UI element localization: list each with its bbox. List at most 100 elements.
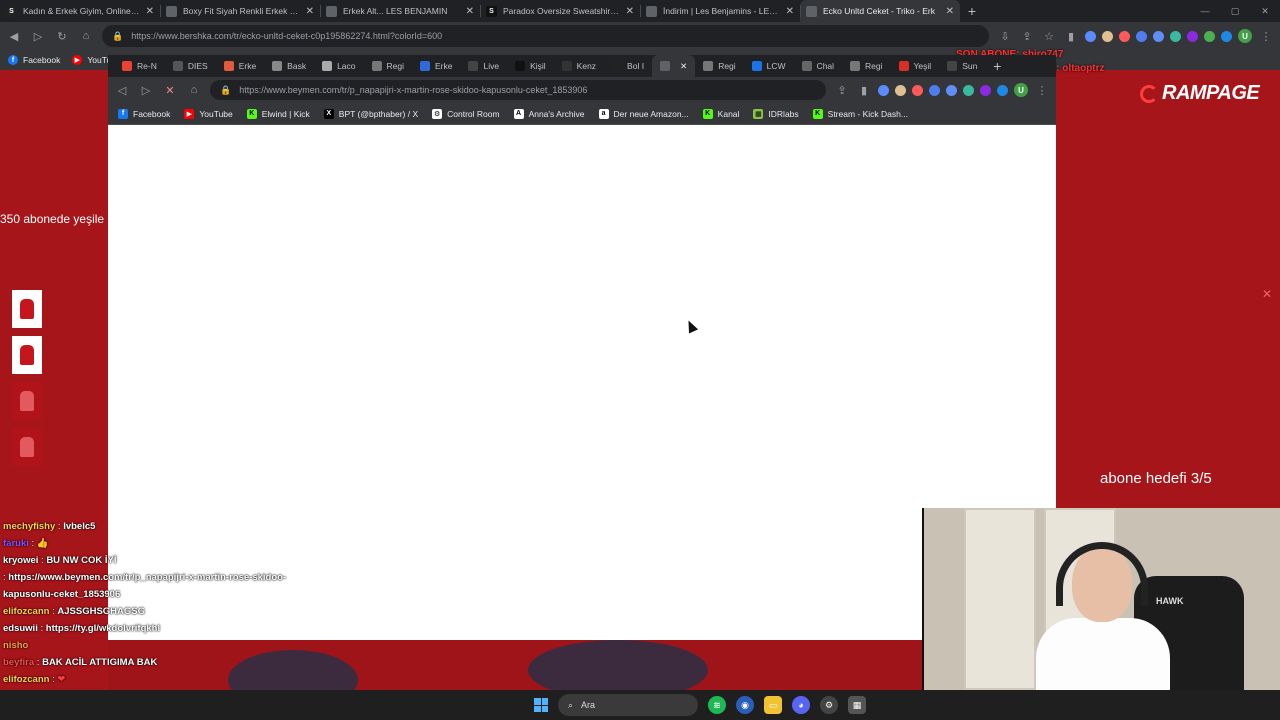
outer-tab[interactable]: S Paradox Oversize Sweatshirt Erk ✕ <box>480 0 640 22</box>
chat-username[interactable]: faruki <box>3 538 29 549</box>
extension-icon[interactable] <box>946 84 957 96</box>
stop-icon[interactable]: ✕ <box>162 82 178 98</box>
extension-icon[interactable] <box>912 84 923 96</box>
spotify-icon[interactable]: ≋ <box>708 696 726 714</box>
extension-icon[interactable] <box>980 84 991 96</box>
inner-tab[interactable]: Laco <box>314 55 363 77</box>
tab-close-icon[interactable]: ✕ <box>946 6 954 17</box>
chat-username[interactable]: elifozcann <box>3 674 49 685</box>
new-tab-button[interactable]: + <box>960 0 984 22</box>
inner-tab[interactable]: Regi <box>364 55 412 77</box>
extension-icon[interactable] <box>963 84 974 96</box>
inner-tab[interactable]: Bol I <box>604 55 652 77</box>
bookmark-star-icon[interactable]: ☆ <box>1041 28 1057 44</box>
inner-tab[interactable]: ✕ <box>652 55 696 77</box>
outer-address-bar[interactable]: 🔒 https://www.bershka.com/tr/ecko-unltd-… <box>102 25 989 47</box>
chat-username[interactable]: edsuwii <box>3 623 38 634</box>
discord-icon[interactable]: ◕ <box>792 696 810 714</box>
bookmark-item[interactable]: ▶ YouTube <box>184 108 233 119</box>
outer-tab[interactable]: Erkek Alt... LES BENJAMIN ✕ <box>320 0 480 22</box>
extension-icon[interactable] <box>895 84 906 96</box>
back-icon[interactable]: ◀ <box>6 28 22 44</box>
forward-icon[interactable]: ▷ <box>138 82 154 98</box>
inner-tab[interactable]: LCW <box>744 55 794 77</box>
maximize-icon[interactable]: ▢ <box>1220 0 1250 22</box>
home-icon[interactable]: ⌂ <box>186 82 202 98</box>
extension-icon[interactable] <box>1187 30 1198 42</box>
inner-tab[interactable]: Yeşil <box>891 55 940 77</box>
bookmark-item[interactable]: ⚙ Control Room <box>432 108 500 119</box>
reload-icon[interactable]: ↻ <box>54 28 70 44</box>
extension-icon[interactable] <box>929 84 940 96</box>
outer-tab[interactable]: S Kadın & Erkek Giyim, Online Mo ✕ <box>0 0 160 22</box>
extension-icon[interactable] <box>1153 30 1164 42</box>
profile-avatar[interactable]: U <box>1014 83 1028 97</box>
minimize-icon[interactable]: — <box>1190 0 1220 22</box>
tab-close-icon[interactable]: ✕ <box>786 6 794 17</box>
extension-icon[interactable] <box>878 84 889 96</box>
chat-username[interactable]: kryowei <box>3 555 38 566</box>
new-tab-button[interactable]: + <box>985 58 1009 74</box>
extension-icon[interactable] <box>1119 30 1130 42</box>
inner-tab[interactable]: Chal <box>794 55 842 77</box>
inner-tab[interactable]: Erke <box>216 55 264 77</box>
install-icon[interactable]: ⇩ <box>997 28 1013 44</box>
calculator-icon[interactable]: ▦ <box>848 696 866 714</box>
extension-icon[interactable] <box>1204 30 1215 42</box>
sidepanel-icon[interactable] <box>997 84 1008 96</box>
taskbar-search[interactable]: ⌕ Ara <box>558 694 698 716</box>
inner-tab[interactable]: DIES <box>165 55 216 77</box>
chat-username[interactable]: elifozcann <box>3 606 49 617</box>
product-thumbnail[interactable] <box>12 290 42 328</box>
outer-tab[interactable]: Ecko Unltd Ceket - Triko - Erk ✕ <box>800 0 960 22</box>
tab-close-icon[interactable]: ✕ <box>626 6 634 17</box>
file-explorer-icon[interactable]: ▭ <box>764 696 782 714</box>
menu-icon[interactable]: ⋮ <box>1034 82 1050 98</box>
outer-tab[interactable]: İndirim | Les Benjamins - LES BE ✕ <box>640 0 800 22</box>
browser-icon[interactable]: ◉ <box>736 696 754 714</box>
product-thumbnail[interactable] <box>12 336 42 374</box>
bookmark-icon[interactable]: ▮ <box>856 82 872 98</box>
close-icon[interactable]: ✕ <box>1262 287 1272 301</box>
tab-close-icon[interactable]: ✕ <box>466 6 474 17</box>
chat-username[interactable]: beyfira <box>3 657 34 668</box>
inner-tab[interactable]: Erke <box>412 55 460 77</box>
extension-icon[interactable] <box>1136 30 1147 42</box>
inner-tab[interactable]: Live <box>460 55 507 77</box>
profile-avatar[interactable]: U <box>1238 29 1252 43</box>
extension-icon[interactable] <box>1170 30 1181 42</box>
sidepanel-icon[interactable] <box>1221 30 1232 42</box>
bookmark-item[interactable]: K Kanal <box>702 108 739 119</box>
extension-icon[interactable] <box>1102 30 1113 42</box>
home-icon[interactable]: ⌂ <box>78 28 94 44</box>
bookmark-item[interactable]: f Facebook <box>118 108 170 119</box>
bookmark-item[interactable]: K Stream - Kick Dash... <box>812 108 908 119</box>
bookmark-item[interactable]: a Der neue Amazon... <box>598 108 689 119</box>
bookmark-item[interactable]: X BPT (@bpthaber) / X <box>323 108 418 119</box>
bookmark-item[interactable]: K Elwind | Kick <box>246 108 310 119</box>
bookmark-facebook[interactable]: f Facebook <box>8 55 60 65</box>
share-icon[interactable]: ⇪ <box>834 82 850 98</box>
close-window-icon[interactable]: ✕ <box>1250 0 1280 22</box>
tab-close-icon[interactable]: ✕ <box>306 6 314 17</box>
inner-tab[interactable]: Kişil <box>507 55 554 77</box>
forward-icon[interactable]: ▷ <box>30 28 46 44</box>
bookmark-item[interactable]: A Anna's Archive <box>513 108 585 119</box>
extension-icon[interactable] <box>1085 30 1096 42</box>
product-thumbnail[interactable] <box>12 382 42 420</box>
bookmark-icon[interactable]: ▮ <box>1063 28 1079 44</box>
bookmark-item[interactable]: ▦ IDRlabs <box>753 108 799 119</box>
inner-address-bar[interactable]: 🔒 https://www.beymen.com/tr/p_napapijri-… <box>210 80 826 100</box>
inner-tab[interactable]: Regi <box>842 55 890 77</box>
tab-close-icon[interactable]: ✕ <box>680 61 687 72</box>
share-icon[interactable]: ⇪ <box>1019 28 1035 44</box>
inner-tab[interactable]: Regi <box>695 55 743 77</box>
menu-icon[interactable]: ⋮ <box>1258 28 1274 44</box>
steam-icon[interactable]: ⚙ <box>820 696 838 714</box>
back-icon[interactable]: ◁ <box>114 82 130 98</box>
inner-tab[interactable]: Re-N <box>114 55 165 77</box>
inner-tab[interactable]: Sun <box>939 55 985 77</box>
inner-tab[interactable]: Bask <box>264 55 314 77</box>
windows-start-icon[interactable] <box>534 698 548 712</box>
product-thumbnail[interactable] <box>12 428 42 466</box>
